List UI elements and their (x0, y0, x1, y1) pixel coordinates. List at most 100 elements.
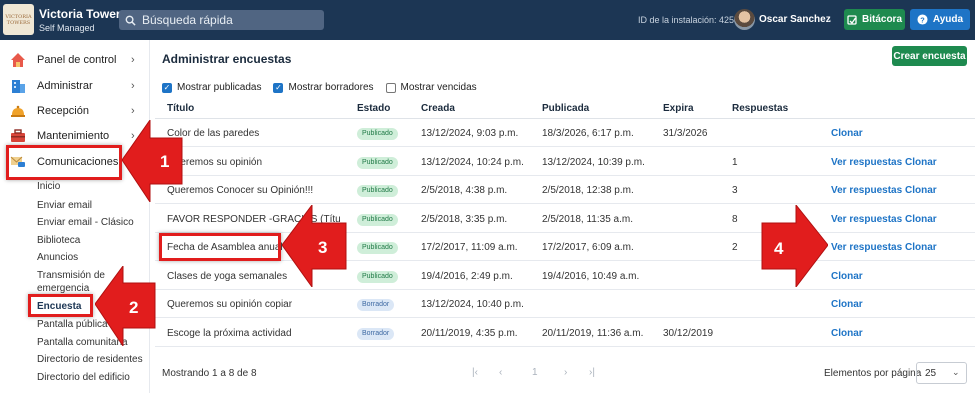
per-page-value: 25 (925, 368, 937, 379)
clone-link[interactable]: Clonar (831, 328, 863, 339)
highlight-survey-title (159, 233, 281, 261)
chevron-down-icon[interactable]: ⌄ (825, 14, 833, 25)
first-page-icon[interactable]: |‹ (472, 367, 478, 378)
sidebar-subitem-directorio-residentes[interactable]: Directorio de residentes (37, 354, 143, 365)
survey-title[interactable]: Clases de yoga semanales (167, 271, 287, 282)
sidebar-subitem-emergencia[interactable]: emergencia (37, 283, 89, 294)
brand: Victoria Towers Self Managed (39, 7, 127, 33)
view-responses-link[interactable]: Ver respuestas (831, 185, 902, 196)
column-header-published[interactable]: Publicada (542, 103, 589, 114)
app-logo[interactable]: VICTORIA TOWERS (3, 4, 34, 35)
created-date: 13/12/2024, 10:24 p.m. (421, 156, 524, 168)
checkbox-empty-icon[interactable] (385, 82, 396, 93)
bitacora-label: Bitácora (861, 14, 902, 25)
user-name[interactable]: Oscar Sanchez (759, 14, 831, 25)
clone-link[interactable]: Clonar (831, 271, 863, 282)
highlight-encuesta (28, 294, 93, 317)
responses-count: 1 (732, 156, 738, 168)
status-badge: Borrador (357, 327, 395, 340)
status-badge: Publicado (357, 213, 398, 226)
responses-count: 8 (732, 213, 738, 225)
survey-title[interactable]: Queremos su opinión copiar (167, 299, 292, 310)
view-responses-link[interactable]: Ver respuestas (831, 157, 902, 168)
column-header-expires[interactable]: Expira (663, 103, 694, 114)
published-date: 20/11/2019, 11:36 a.m. (542, 327, 644, 339)
column-header-responses[interactable]: Respuestas (732, 103, 788, 114)
chevron-down-icon: ⌄ (952, 367, 960, 377)
clone-link[interactable]: Clonar (905, 157, 937, 168)
callout-number-4: 4 (774, 239, 784, 258)
filter-drafts[interactable]: ✓ Mostrar borradores (273, 82, 374, 93)
per-page-select[interactable]: 25 ⌄ (916, 362, 967, 384)
filter-expired[interactable]: Mostrar vencidas (385, 82, 477, 93)
survey-title[interactable]: Queremos Conocer su Opinión!!! (167, 185, 313, 196)
column-header-created[interactable]: Creada (421, 103, 455, 114)
search-placeholder: Búsqueda rápida (142, 13, 233, 27)
search-input[interactable]: Búsqueda rápida (119, 10, 324, 30)
filter-label: Mostrar borradores (288, 82, 374, 93)
create-survey-button[interactable]: Crear encuesta (892, 46, 967, 66)
status-badge: Publicado (357, 242, 398, 254)
view-responses-link[interactable]: Ver respuestas (831, 242, 902, 253)
filter-label: Mostrar publicadas (177, 82, 262, 93)
checkbox-checked-icon[interactable]: ✓ (162, 82, 172, 93)
callout-arrow-4: 4 (761, 205, 828, 287)
sidebar-item-administrar[interactable]: Administrar › (0, 74, 150, 98)
published-date: 2/5/2018, 12:38 p.m. (542, 185, 634, 196)
callout-arrow-1: 1 (122, 120, 183, 202)
last-page-icon[interactable]: ›| (589, 367, 595, 378)
clone-link[interactable]: Clonar (831, 128, 863, 139)
published-date: 18/3/2026, 6:17 p.m. (542, 128, 634, 139)
search-icon (125, 15, 136, 26)
view-responses-link[interactable]: Ver respuestas (831, 214, 902, 225)
logo-text: VICTORIA TOWERS (5, 13, 32, 26)
sidebar-item-label: Panel de control (37, 54, 117, 66)
callout-number-1: 1 (160, 152, 169, 171)
sidebar-subitem-enviar-email-clasico[interactable]: Enviar email - Clásico (37, 217, 134, 228)
clone-link[interactable]: Clonar (905, 242, 937, 253)
expires-date: 31/3/2026 (663, 128, 708, 139)
checkbox-checked-icon[interactable]: ✓ (273, 82, 284, 93)
callout-arrow-2: 2 (95, 266, 156, 346)
prev-page-icon[interactable]: ‹ (499, 367, 502, 378)
ayuda-button[interactable]: ? Ayuda (910, 9, 970, 30)
column-header-status[interactable]: Estado (357, 103, 390, 114)
callout-number-3: 3 (318, 238, 327, 257)
sidebar-item-panel[interactable]: Panel de control › (0, 48, 150, 72)
page-number[interactable]: 1 (532, 367, 538, 378)
table-row: Queremos su opinión Publicado 13/12/2024, … (155, 148, 975, 176)
published-date: 19/4/2016, 10:49 a.m. (542, 270, 640, 282)
per-page-label: Elementos por página (824, 368, 922, 379)
avatar[interactable] (734, 9, 755, 30)
next-page-icon[interactable]: › (564, 367, 567, 378)
published-date: 17/2/2017, 6:09 a.m. (542, 242, 634, 253)
sidebar-subitem-anuncios[interactable]: Anuncios (37, 252, 78, 263)
created-date: 20/11/2019, 4:35 p.m. (421, 327, 518, 339)
table-row: Queremos Conocer su Opinión!!! Publicado 2… (155, 176, 975, 204)
column-header-title[interactable]: Título (167, 103, 194, 114)
top-bar: VICTORIA TOWERS Victoria Towers Self Man… (0, 0, 975, 40)
status-badge: Publicado (357, 185, 398, 197)
callout-number-2: 2 (129, 298, 138, 317)
filter-published[interactable]: ✓ Mostrar publicadas (162, 82, 261, 93)
ayuda-label: Ayuda (932, 14, 964, 25)
sidebar-subitem-biblioteca[interactable]: Biblioteca (37, 235, 80, 246)
created-date: 2/5/2018, 4:38 p.m. (421, 185, 508, 196)
responses-count: 2 (732, 242, 738, 253)
table-header: Título Estado Creada Publicada Expira Re… (155, 97, 975, 119)
bell-icon (11, 105, 25, 117)
responses-count: 3 (732, 185, 738, 196)
sidebar-subitem-inicio[interactable]: Inicio (37, 181, 60, 192)
published-date: 2/5/2018, 11:35 a.m. (542, 213, 633, 225)
sidebar-subitem-enviar-email[interactable]: Enviar email (37, 200, 92, 211)
expires-date: 30/12/2019 (663, 327, 714, 339)
clone-link[interactable]: Clonar (831, 299, 863, 310)
clone-link[interactable]: Clonar (905, 185, 937, 196)
survey-title[interactable]: Escoge la próxima actividad (167, 328, 292, 339)
clone-link[interactable]: Clonar (905, 214, 937, 225)
bitacora-button[interactable]: Bitácora (844, 9, 905, 30)
created-date: 2/5/2018, 3:35 p.m. (421, 213, 508, 225)
page-title: Administrar encuestas (162, 52, 292, 66)
sidebar-subitem-directorio-edificio[interactable]: Directorio del edificio (37, 372, 130, 383)
status-badge: Publicado (357, 156, 398, 169)
